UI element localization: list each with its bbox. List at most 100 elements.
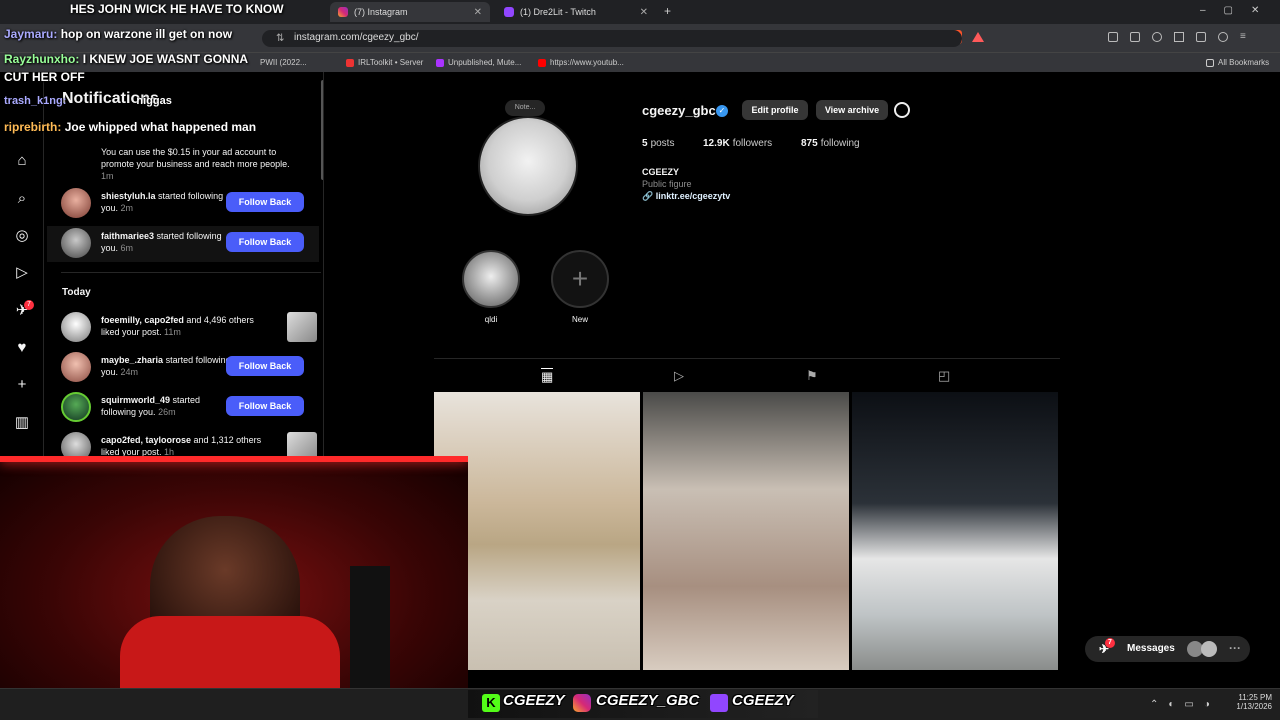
microphone-arm bbox=[350, 566, 390, 688]
sidebar-icon[interactable] bbox=[1174, 32, 1184, 42]
dashboard-icon[interactable]: ▥ bbox=[12, 412, 32, 432]
close-icon[interactable]: ✕ bbox=[474, 7, 482, 18]
bookmark-item[interactable]: PWII (2022... bbox=[260, 58, 307, 67]
vpn-icon[interactable] bbox=[1218, 32, 1228, 42]
chat-message: Joe whipped what happened man bbox=[64, 120, 257, 134]
timestamp: 2m bbox=[120, 203, 134, 213]
notification-text: capo2fed, tayloorose and 1,312 others li… bbox=[101, 434, 266, 458]
followers-stat[interactable]: 12.9K followers bbox=[703, 138, 772, 149]
chat-user: Jaymaru: bbox=[4, 27, 58, 41]
username[interactable]: squirmworld_49 bbox=[101, 395, 170, 405]
follow-back-button[interactable]: Follow Back bbox=[226, 232, 304, 252]
bookmark-label: IRLToolkit • Server bbox=[358, 58, 424, 67]
follow-back-button[interactable]: Follow Back bbox=[226, 192, 304, 212]
highlight-label: New bbox=[571, 315, 588, 324]
bookmark-unpublished[interactable]: Unpublished, Mute... bbox=[436, 58, 521, 67]
tab-twitch[interactable]: (1) Dre2Lit - Twitch ✕ bbox=[496, 2, 656, 22]
create-icon[interactable]: + bbox=[12, 374, 32, 394]
tab-tagged-icon[interactable]: ◰ bbox=[938, 368, 950, 384]
tab-posts-icon[interactable]: ▦ bbox=[541, 368, 554, 385]
note-bubble[interactable]: Note... bbox=[505, 100, 545, 116]
list-item[interactable]: faithmariee3 started following you. 6m F… bbox=[47, 226, 319, 262]
extension-icon[interactable] bbox=[1130, 32, 1140, 42]
tab-instagram[interactable]: (7) Instagram ✕ bbox=[330, 2, 490, 22]
menu-icon[interactable]: ≡ bbox=[1240, 32, 1250, 42]
tray-icons[interactable]: ⌃◐▭◑ bbox=[1150, 699, 1220, 710]
chat-line: Jaymaru: hop on warzone ill get on now bbox=[4, 27, 232, 41]
ad-notification[interactable]: You can use the $0.15 in your ad account… bbox=[101, 146, 306, 182]
tab-label: (1) Dre2Lit - Twitch bbox=[520, 7, 596, 17]
bookmark-youtube[interactable]: https://www.youtub... bbox=[538, 58, 624, 67]
clock[interactable]: 11:25 PM 1/13/2026 bbox=[1232, 693, 1272, 711]
username[interactable]: foeemilly, capo2fed bbox=[101, 315, 184, 325]
close-icon[interactable]: ✕ bbox=[640, 7, 648, 18]
followers-count: 12.9K bbox=[703, 138, 730, 149]
list-item[interactable]: shiestyluh.la started following you. 2m … bbox=[61, 186, 311, 222]
edit-profile-button[interactable]: Edit profile bbox=[742, 100, 808, 120]
red-jacket bbox=[120, 616, 340, 688]
avatar[interactable] bbox=[61, 188, 91, 218]
display-name: CGEEZY bbox=[642, 167, 680, 177]
heart-icon[interactable]: ♥ bbox=[12, 337, 32, 357]
tab-saved-icon[interactable]: ⚑ bbox=[806, 368, 818, 384]
username[interactable]: capo2fed, tayloorose bbox=[101, 435, 191, 445]
list-item[interactable]: maybe_.zharia started following you. 24m… bbox=[61, 350, 311, 386]
instagram-handle: CGEEZY_GBC bbox=[596, 692, 700, 709]
section-today: Today bbox=[62, 287, 91, 298]
category-label: Public figure bbox=[642, 179, 692, 189]
chat-line: riprebirth: Joe whipped what happened ma… bbox=[4, 120, 256, 134]
site-settings-icon[interactable]: ⇅ bbox=[276, 33, 284, 44]
avatar[interactable] bbox=[61, 392, 91, 422]
post-thumbnail[interactable] bbox=[643, 392, 849, 670]
list-item[interactable]: foeemilly, capo2fed and 4,496 others lik… bbox=[61, 310, 317, 346]
avatar[interactable] bbox=[61, 312, 91, 342]
timestamp: 26m bbox=[158, 407, 176, 417]
new-tab-button[interactable]: + bbox=[664, 4, 671, 18]
profile-avatar[interactable] bbox=[478, 116, 578, 216]
avatar[interactable] bbox=[61, 228, 91, 258]
username[interactable]: maybe_.zharia bbox=[101, 355, 163, 365]
divider bbox=[434, 358, 1060, 359]
settings-icon[interactable] bbox=[894, 102, 910, 118]
messages-button[interactable]: ✈ 7 Messages ··· bbox=[1085, 636, 1250, 662]
chat-message: CUT HER OFF bbox=[4, 70, 85, 84]
kick-handle: CGEEZY bbox=[503, 692, 565, 709]
all-bookmarks[interactable]: All Bookmarks bbox=[1206, 58, 1269, 67]
following-stat[interactable]: 875 following bbox=[801, 138, 860, 149]
bio-link[interactable]: 🔗 linktr.ee/cgeezytv bbox=[642, 191, 730, 202]
music-icon[interactable] bbox=[1152, 32, 1162, 42]
username[interactable]: shiestyluh.la bbox=[101, 191, 156, 201]
list-item[interactable]: squirmworld_49 started following you. 26… bbox=[61, 390, 311, 426]
follow-back-button[interactable]: Follow Back bbox=[226, 396, 304, 416]
bookmark-irltoolkit[interactable]: IRLToolkit • Server bbox=[346, 58, 423, 67]
extension-icon[interactable] bbox=[1108, 32, 1118, 42]
bookmark-icon bbox=[436, 58, 444, 67]
wallet-icon[interactable] bbox=[1196, 32, 1206, 42]
rewards-icon[interactable] bbox=[972, 32, 984, 42]
notification-text: shiestyluh.la started following you. 2m bbox=[101, 190, 231, 214]
window-controls[interactable]: –▢✕ bbox=[1200, 5, 1277, 16]
timestamp: 24m bbox=[120, 367, 139, 377]
username[interactable]: faithmariee3 bbox=[101, 231, 154, 241]
reels-icon[interactable]: ▷ bbox=[12, 262, 32, 282]
new-highlight-button[interactable]: + bbox=[551, 250, 609, 308]
explore-icon[interactable]: ◎ bbox=[12, 225, 32, 245]
highlight-qldi[interactable] bbox=[462, 250, 520, 308]
bookmark-icon bbox=[346, 58, 354, 67]
instagram-icon bbox=[573, 694, 591, 712]
url-input[interactable]: instagram.com/cgeezy_gbc/ bbox=[262, 30, 962, 47]
home-icon[interactable]: ⌂ bbox=[12, 150, 32, 170]
view-archive-button[interactable]: View archive bbox=[816, 100, 888, 120]
more-icon[interactable]: ··· bbox=[1229, 641, 1241, 655]
scrollbar[interactable] bbox=[321, 80, 323, 180]
chat-message: niggas bbox=[136, 95, 172, 107]
chat-line: HES JOHN WICK HE HAVE TO KNOW bbox=[4, 2, 284, 16]
notification-text: faithmariee3 started following you. 6m bbox=[101, 230, 231, 254]
avatar[interactable] bbox=[61, 352, 91, 382]
search-icon[interactable]: ⌕ bbox=[12, 188, 32, 208]
post-thumbnail[interactable] bbox=[287, 312, 317, 342]
post-thumbnail[interactable] bbox=[852, 392, 1058, 670]
follow-back-button[interactable]: Follow Back bbox=[226, 356, 304, 376]
tab-reels-icon[interactable]: ▷ bbox=[674, 368, 684, 384]
verified-icon: ✓ bbox=[716, 105, 728, 117]
